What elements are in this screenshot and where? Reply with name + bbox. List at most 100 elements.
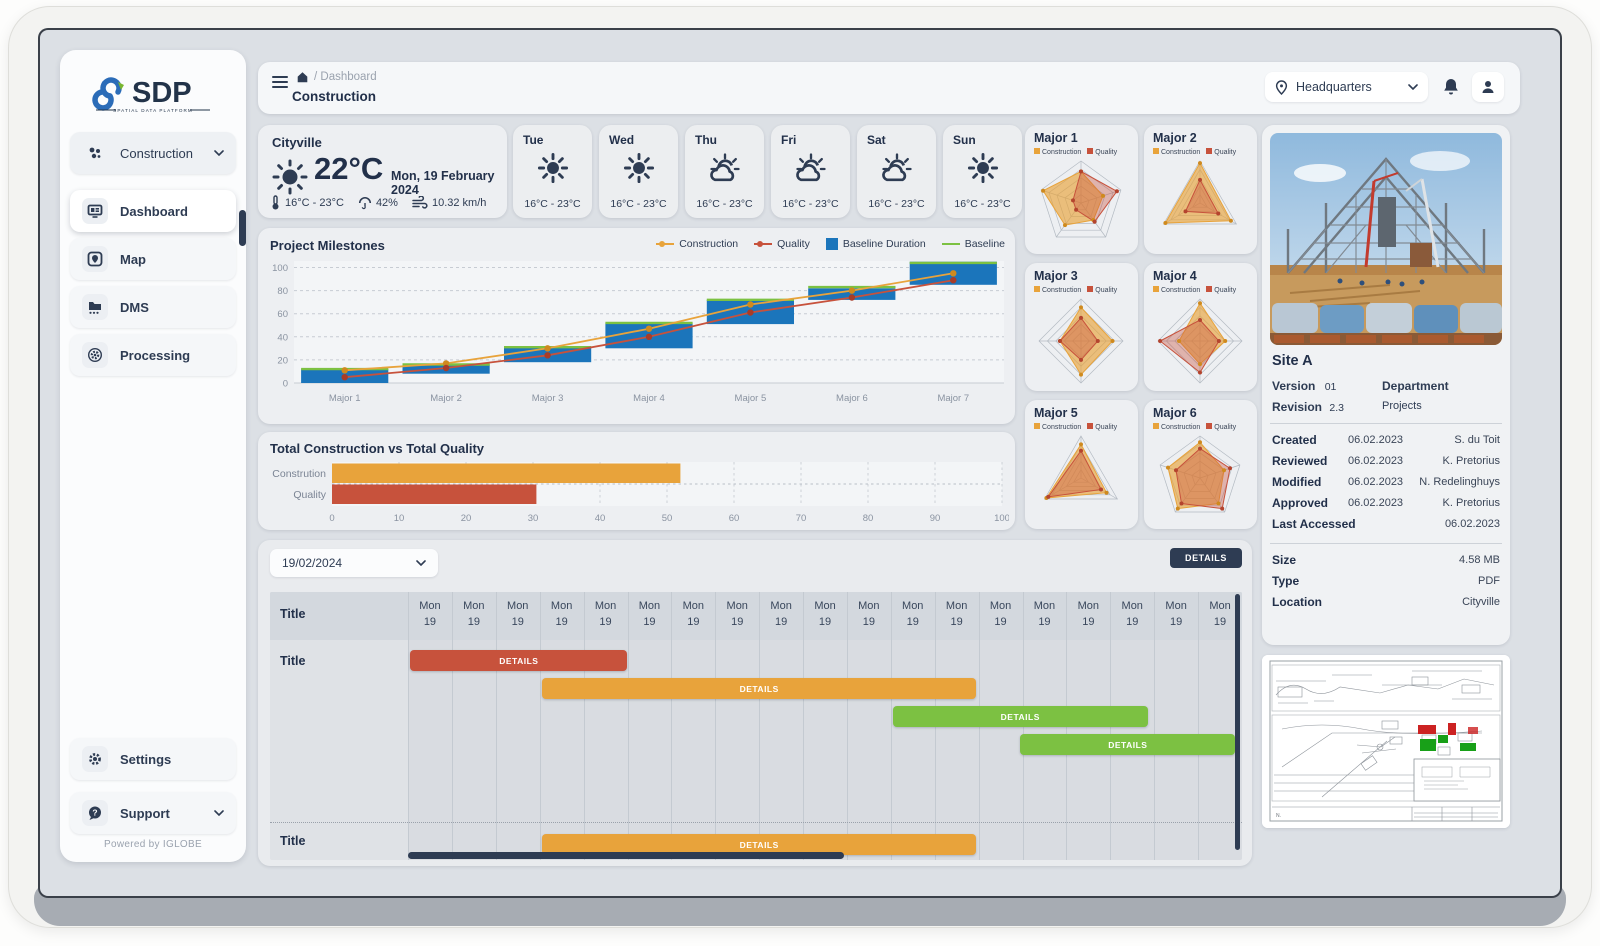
gantt-bar[interactable]: DETAILS [1020,734,1235,755]
svg-text:20: 20 [277,355,288,366]
forecast-range: 16°C - 23°C [857,198,936,210]
gantt-column-line [847,592,848,860]
sidebar-item-label: DMS [120,300,149,315]
logo-text: SDP [132,77,192,109]
totals-title: Total Construction vs Total Quality [270,441,484,456]
gantt-column-header: Mon19 [452,599,496,631]
chevron-down-icon [214,150,224,156]
gantt-column-line [1198,592,1199,860]
meta-row-created: Created06.02.2023S. du Toit [1272,433,1502,454]
weather-temp: 22°C [314,151,383,187]
gantt-column-header: Mon19 [496,599,540,631]
svg-text:Major 5: Major 5 [735,393,767,404]
notifications-button[interactable] [1442,77,1460,102]
radar-chart-grid: Major 1 Construction Quality Major 2 Con… [1025,125,1257,529]
location-select[interactable]: Headquarters [1265,72,1428,102]
sidebar-item-processing[interactable]: Processing [70,334,236,376]
sidebar-item-support[interactable]: ? Support [70,792,236,834]
site-photo [1270,133,1502,345]
radar-card-major-6: Major 6 Construction Quality [1144,400,1257,529]
milestones-legend: ConstructionQualityBaseline DurationBase… [656,238,1005,250]
site-title: Site A [1272,353,1313,369]
sun-icon [966,151,1000,185]
weather-date: Mon, 19 February 2024 [391,169,507,197]
gantt-column-line [496,592,497,860]
topbar: / Dashboard Construction Headquarters [258,62,1520,114]
gantt-column-header: Mon19 [803,599,847,631]
divider [1270,423,1502,424]
radar-title: Major 6 [1153,406,1197,420]
sidebar-item-settings[interactable]: Settings [70,738,236,780]
svg-text:Major 1: Major 1 [329,393,361,404]
forecast-range: 16°C - 23°C [943,198,1022,210]
cloud-sun-icon [685,151,764,192]
radar-card-major-3: Major 3 Construction Quality [1025,263,1138,392]
radar-card-major-1: Major 1 Construction Quality [1025,125,1138,254]
radar-legend: Construction Quality [1153,148,1236,156]
help-chat-icon: ? [82,800,108,826]
radar-title: Major 3 [1034,269,1078,283]
project-selector-label: Construction [120,146,193,161]
radar-legend: Construction Quality [1034,148,1117,156]
forecast-day: Thu [695,133,717,147]
department-label: Department [1382,379,1449,393]
gantt-column-header: Mon19 [584,599,628,631]
dashboard-screen: SDP SPATIAL DATA PLATFORM Construction D… [38,28,1562,898]
chevron-down-icon [214,810,224,816]
gantt-bar[interactable]: DETAILS [410,650,627,671]
date-select[interactable]: 19/02/2024 [270,549,438,577]
gantt-column-header: Mon19 [979,599,1023,631]
breadcrumb[interactable]: / Dashboard [296,71,377,83]
dms-icon [82,294,108,320]
cloud-sun-icon [857,151,936,192]
sun-icon [622,151,656,185]
sidebar-item-dashboard[interactable]: Dashboard [70,190,236,232]
gantt-bar[interactable]: DETAILS [542,678,977,699]
sun-icon [513,151,592,190]
svg-text:Major 6: Major 6 [836,393,868,404]
gantt-column-line [540,592,541,860]
gantt-card: 19/02/2024 DETAILS TitleTitleMon19Mon19M… [258,540,1252,866]
user-profile-button[interactable] [1472,72,1504,102]
radar-card-major-5: Major 5 Construction Quality [1025,400,1138,529]
gantt-bar[interactable]: DETAILS [893,706,1148,727]
menu-icon[interactable] [272,76,288,88]
gantt-row-separator [270,822,1242,823]
sidebar-item-dms[interactable]: DMS [70,286,236,328]
page-title: Construction [292,89,376,104]
svg-text:0: 0 [283,379,288,390]
totals-card: Total Construction vs Total Quality Cons… [258,432,1015,530]
gantt-column-header: Mon19 [408,599,452,631]
radar-title: Major 1 [1034,131,1078,145]
svg-text:100: 100 [272,263,288,274]
meta-row-reviewed: Reviewed06.02.2023K. Pretorius [1272,454,1502,475]
location-pin-icon [1275,80,1288,95]
horizontal-scrollbar[interactable] [408,852,844,859]
gantt-column-header: Mon19 [628,599,672,631]
weather-stats: 16°C - 23°C 42% 10.32 km/h [270,195,500,210]
gantt-row-label: Title [280,834,305,848]
gantt-column-line [452,592,453,860]
gantt-column-header: Mon19 [715,599,759,631]
legend-item-construction: Construction [656,238,738,250]
totals-chart: ConstrutionQuality0102030405060708090100 [264,458,1009,533]
project-selector[interactable]: Construction [70,132,236,174]
gantt-column-line [803,592,804,860]
processing-icon [82,342,108,368]
radar-card-major-4: Major 4 Construction Quality [1144,263,1257,392]
forecast-day: Sun [953,133,976,147]
svg-text:70: 70 [796,513,807,524]
forecast-card-thu: Thu16°C - 23°C [685,125,764,218]
user-icon [1480,79,1496,95]
rain-icon [358,196,372,210]
vertical-scrollbar[interactable] [1235,594,1240,850]
sun-icon [943,151,1022,190]
legend-item-baseline: Baseline [942,238,1005,250]
sidebar-item-map[interactable]: Map [70,238,236,280]
svg-text:50: 50 [662,513,673,524]
svg-text:N.: N. [1276,813,1281,819]
gantt-column-header: Mon19 [1154,599,1198,631]
meta-row-approved: Approved06.02.2023K. Pretorius [1272,496,1502,517]
details-button[interactable]: DETAILS [1170,548,1242,568]
svg-text:0: 0 [329,513,334,524]
